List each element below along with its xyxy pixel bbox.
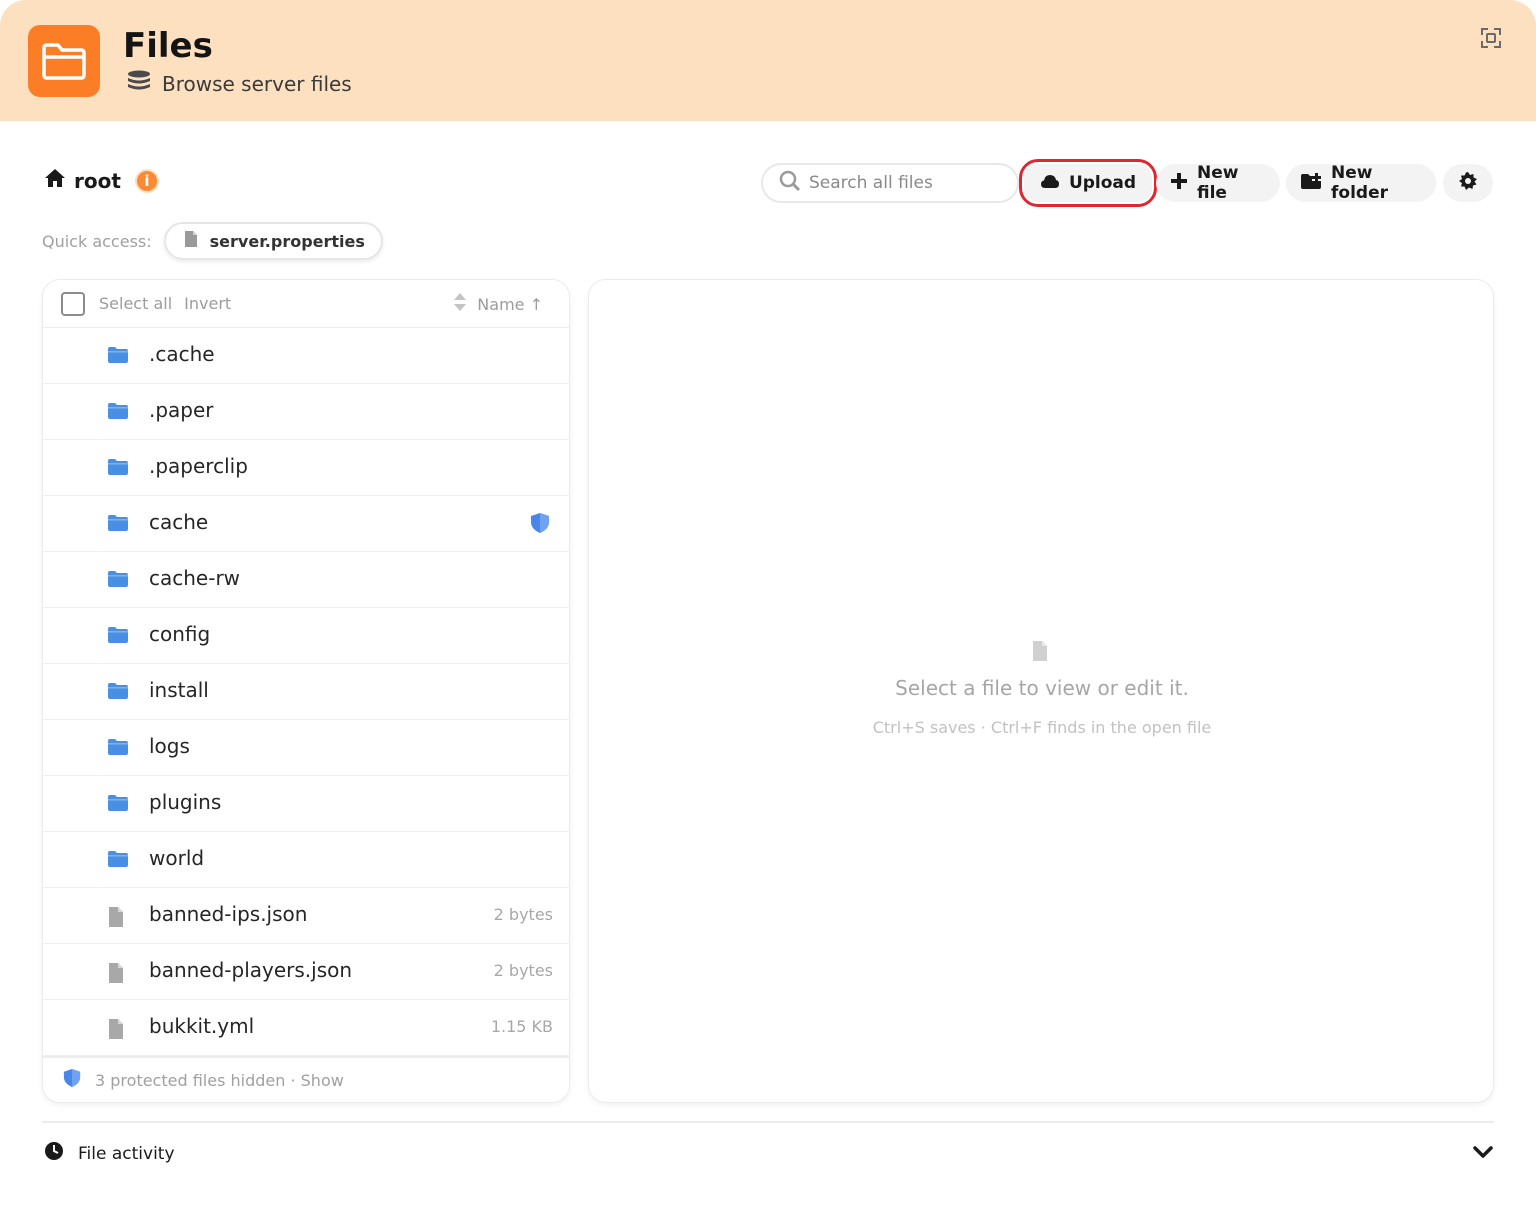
file-row[interactable]: bukkit.yml 1.15 KB: [43, 1000, 569, 1056]
file-size: 2 bytes: [493, 905, 553, 924]
file-row[interactable]: cache: [43, 496, 569, 552]
new-folder-button[interactable]: New folder: [1286, 163, 1436, 203]
file-name: logs: [149, 734, 190, 758]
file-row[interactable]: plugins: [43, 776, 569, 832]
file-viewer-panel: Select a file to view or edit it. Ctrl+S…: [588, 279, 1494, 1103]
file-rows: .cache .paper .paperclip cache cache-rw: [43, 328, 569, 1056]
app-header: Files Browse server files: [0, 0, 1536, 121]
file-name: banned-ips.json: [149, 902, 308, 926]
quick-access: Quick access: server.properties: [42, 222, 383, 260]
folder-app-icon: [28, 25, 100, 97]
file-name: .paper: [149, 398, 214, 422]
file-name: banned-players.json: [149, 958, 353, 982]
settings-button[interactable]: [1443, 164, 1493, 202]
protected-files-text[interactable]: 3 protected files hidden · Show: [95, 1071, 344, 1090]
file-row[interactable]: world: [43, 832, 569, 888]
file-name: .cache: [149, 342, 215, 366]
folder-icon: [107, 794, 129, 814]
file-name: config: [149, 622, 211, 646]
file-size: 2 bytes: [493, 961, 553, 980]
upload-label: Upload: [1068, 173, 1137, 193]
subtitle-text: Browse server files: [162, 71, 352, 96]
page-subtitle: Browse server files: [126, 70, 352, 97]
protected-shield-icon: [63, 1068, 81, 1092]
file-row[interactable]: install: [43, 664, 569, 720]
folder-icon: [107, 514, 129, 534]
file-row[interactable]: .paperclip: [43, 440, 569, 496]
folder-icon: [107, 738, 129, 758]
new-file-button[interactable]: New file: [1156, 163, 1280, 203]
clock-icon: [44, 1141, 64, 1166]
home-icon: [44, 168, 66, 193]
file-name: cache: [149, 510, 209, 534]
quick-access-item: server.properties: [209, 231, 365, 251]
upload-button[interactable]: Upload: [1019, 159, 1157, 207]
file-activity-toggle[interactable]: File activity: [44, 1141, 175, 1166]
folder-icon: [107, 346, 129, 366]
protected-shield-icon: [530, 512, 550, 538]
files-app: Files Browse server files root i Search …: [0, 0, 1536, 1212]
file-icon: [184, 230, 198, 252]
file-row[interactable]: banned-players.json 2 bytes: [43, 944, 569, 1000]
search-input[interactable]: [809, 173, 1009, 193]
file-name: install: [149, 678, 209, 702]
folder-icon: [107, 850, 129, 870]
file-row[interactable]: cache-rw: [43, 552, 569, 608]
folder-icon: [107, 402, 129, 422]
file-icon: [107, 906, 129, 927]
file-name: plugins: [149, 790, 222, 814]
viewer-empty-message: Select a file to view or edit it.: [895, 676, 1189, 700]
file-row[interactable]: .paper: [43, 384, 569, 440]
folder-icon: [107, 570, 129, 590]
search-icon: [779, 170, 801, 196]
file-row[interactable]: config: [43, 608, 569, 664]
select-all-link[interactable]: Select all: [99, 294, 172, 313]
chevron-down-icon[interactable]: [1472, 1143, 1494, 1165]
plus-icon: [1170, 172, 1188, 195]
folder-icon: [107, 682, 129, 702]
file-size: 1.15 KB: [490, 1017, 553, 1036]
new-file-label: New file: [1197, 163, 1239, 203]
select-all-checkbox[interactable]: [61, 291, 85, 316]
info-icon[interactable]: i: [134, 168, 159, 193]
sort-icon: [453, 293, 467, 315]
folder-plus-icon: [1300, 171, 1322, 195]
file-name: world: [149, 846, 205, 870]
file-name: .paperclip: [149, 454, 248, 478]
file-list-panel: Select all Invert Name ↑ .cache .paper .…: [42, 279, 570, 1103]
file-name: cache-rw: [149, 566, 241, 590]
file-icon: [1031, 640, 1049, 666]
file-row[interactable]: .cache: [43, 328, 569, 384]
invert-selection-link[interactable]: Invert: [184, 294, 231, 313]
quick-access-chip[interactable]: server.properties: [163, 222, 383, 260]
sort-control[interactable]: Name ↑: [453, 293, 543, 315]
fullscreen-toggle-icon[interactable]: [1478, 25, 1504, 51]
file-name: bukkit.yml: [149, 1014, 255, 1038]
file-list-header: Select all Invert Name ↑: [43, 280, 569, 328]
file-row[interactable]: banned-ips.json 2 bytes: [43, 888, 569, 944]
section-divider: [42, 1121, 1494, 1123]
viewer-shortcut-hint: Ctrl+S saves · Ctrl+F finds in the open …: [872, 718, 1212, 737]
quick-access-label: Quick access:: [42, 231, 152, 251]
cloud-icon: [1040, 173, 1060, 194]
breadcrumb-root[interactable]: root: [74, 169, 121, 193]
protected-files-footer[interactable]: 3 protected files hidden · Show: [43, 1056, 569, 1102]
file-icon: [107, 1018, 129, 1039]
sort-label: Name ↑: [477, 294, 543, 314]
file-icon: [107, 962, 129, 983]
folder-icon: [107, 626, 129, 646]
server-stack-icon: [126, 70, 152, 97]
gear-icon: [1458, 171, 1478, 196]
file-activity-label: File activity: [78, 1143, 175, 1164]
search-box[interactable]: [761, 163, 1019, 203]
page-title: Files: [123, 26, 213, 66]
folder-icon: [107, 458, 129, 478]
file-row[interactable]: logs: [43, 720, 569, 776]
breadcrumb[interactable]: root i: [44, 168, 159, 193]
new-folder-label: New folder: [1331, 163, 1388, 203]
